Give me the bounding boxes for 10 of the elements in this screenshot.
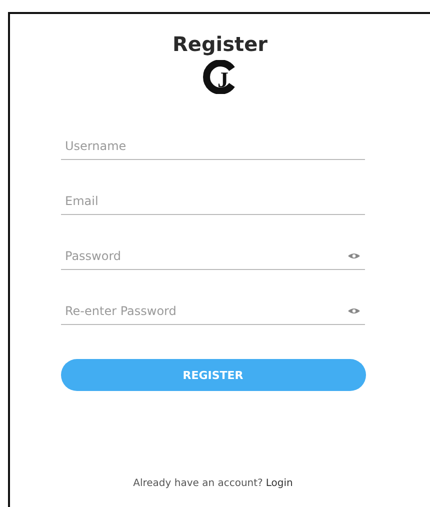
login-link[interactable]: Login <box>266 478 293 489</box>
eye-icon[interactable] <box>347 252 361 260</box>
password-field[interactable]: Password <box>61 242 365 270</box>
footer-text: Already have an account? <box>133 478 263 489</box>
input-field[interactable]: Username <box>61 132 365 160</box>
page-title: Register <box>172 32 268 56</box>
password-field[interactable]: Re-enter Password <box>61 297 365 325</box>
input-field[interactable]: Email <box>61 187 365 215</box>
logo: J <box>203 60 237 94</box>
eye-icon[interactable] <box>347 307 361 315</box>
